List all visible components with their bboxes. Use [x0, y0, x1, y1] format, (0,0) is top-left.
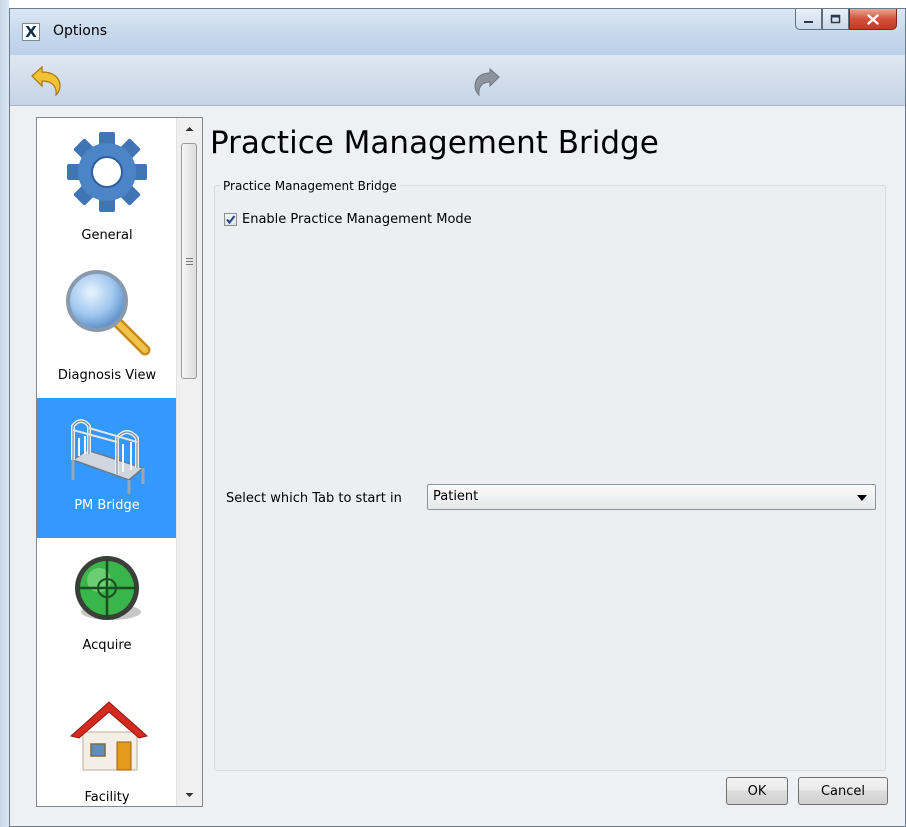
enable-pm-mode-checkbox[interactable]: Enable Practice Management Mode [224, 212, 472, 227]
house-icon [69, 701, 149, 771]
sidebar-item-label: Facility [84, 790, 130, 805]
back-button[interactable] [28, 65, 64, 97]
crosshair-disc-icon [75, 556, 141, 620]
app-icon: X [22, 23, 40, 41]
magnifier-icon [66, 270, 151, 356]
sidebar-item-facility[interactable]: Facility [37, 678, 177, 806]
chevron-down-icon [185, 793, 194, 797]
forward-button[interactable] [472, 67, 502, 97]
desktop-edge [0, 0, 9, 827]
checkbox-box[interactable] [224, 213, 237, 226]
maximize-icon [830, 14, 841, 24]
start-tab-label: Select which Tab to start in [226, 491, 402, 506]
close-button[interactable] [849, 9, 897, 30]
options-sidebar: General Diagnosis View PM Bridge Acquire… [36, 117, 203, 807]
scroll-thumb[interactable] [181, 143, 197, 379]
start-tab-select[interactable]: Patient [427, 484, 876, 510]
page-title: Practice Management Bridge [210, 125, 659, 161]
minimize-button[interactable] [795, 9, 822, 30]
sidebar-item-label: Diagnosis View [57, 368, 157, 383]
window-title: Options [53, 23, 108, 39]
settings-group [214, 185, 886, 771]
forward-arrow-icon [474, 67, 500, 97]
options-window: X Options General Diagnosis View PM Brid… [9, 8, 906, 827]
toolbar [10, 55, 905, 106]
sidebar-item-label: General [81, 228, 133, 243]
gear-icon [67, 132, 147, 212]
sidebar-item-diagnosis-view[interactable]: Diagnosis View [37, 258, 177, 398]
group-title: Practice Management Bridge [220, 179, 400, 193]
cancel-button[interactable]: Cancel [798, 777, 888, 805]
title-bar[interactable]: X Options [10, 9, 905, 55]
back-arrow-icon [31, 65, 61, 97]
maximize-button[interactable] [822, 9, 849, 30]
sidebar-scrollbar[interactable] [176, 118, 202, 806]
minimize-icon [804, 20, 813, 23]
checkmark-icon [226, 215, 236, 225]
chevron-up-icon [185, 127, 194, 131]
chevron-down-icon [857, 495, 867, 501]
sidebar-item-label: PM Bridge [74, 498, 140, 513]
close-icon [867, 13, 879, 25]
sidebar-item-label: Acquire [82, 638, 132, 653]
bridge-icon [71, 419, 145, 494]
window-controls [795, 9, 897, 31]
scroll-down-button[interactable] [177, 786, 202, 804]
scroll-up-button[interactable] [177, 120, 202, 138]
scroll-grip [186, 258, 193, 267]
sidebar-item-pm-bridge[interactable]: PM Bridge [37, 398, 177, 538]
checkbox-label: Enable Practice Management Mode [242, 212, 472, 227]
ok-button[interactable]: OK [726, 777, 788, 805]
sidebar-item-general[interactable]: General [37, 118, 177, 258]
start-tab-value: Patient [433, 489, 479, 504]
sidebar-item-acquire[interactable]: Acquire [37, 538, 177, 678]
